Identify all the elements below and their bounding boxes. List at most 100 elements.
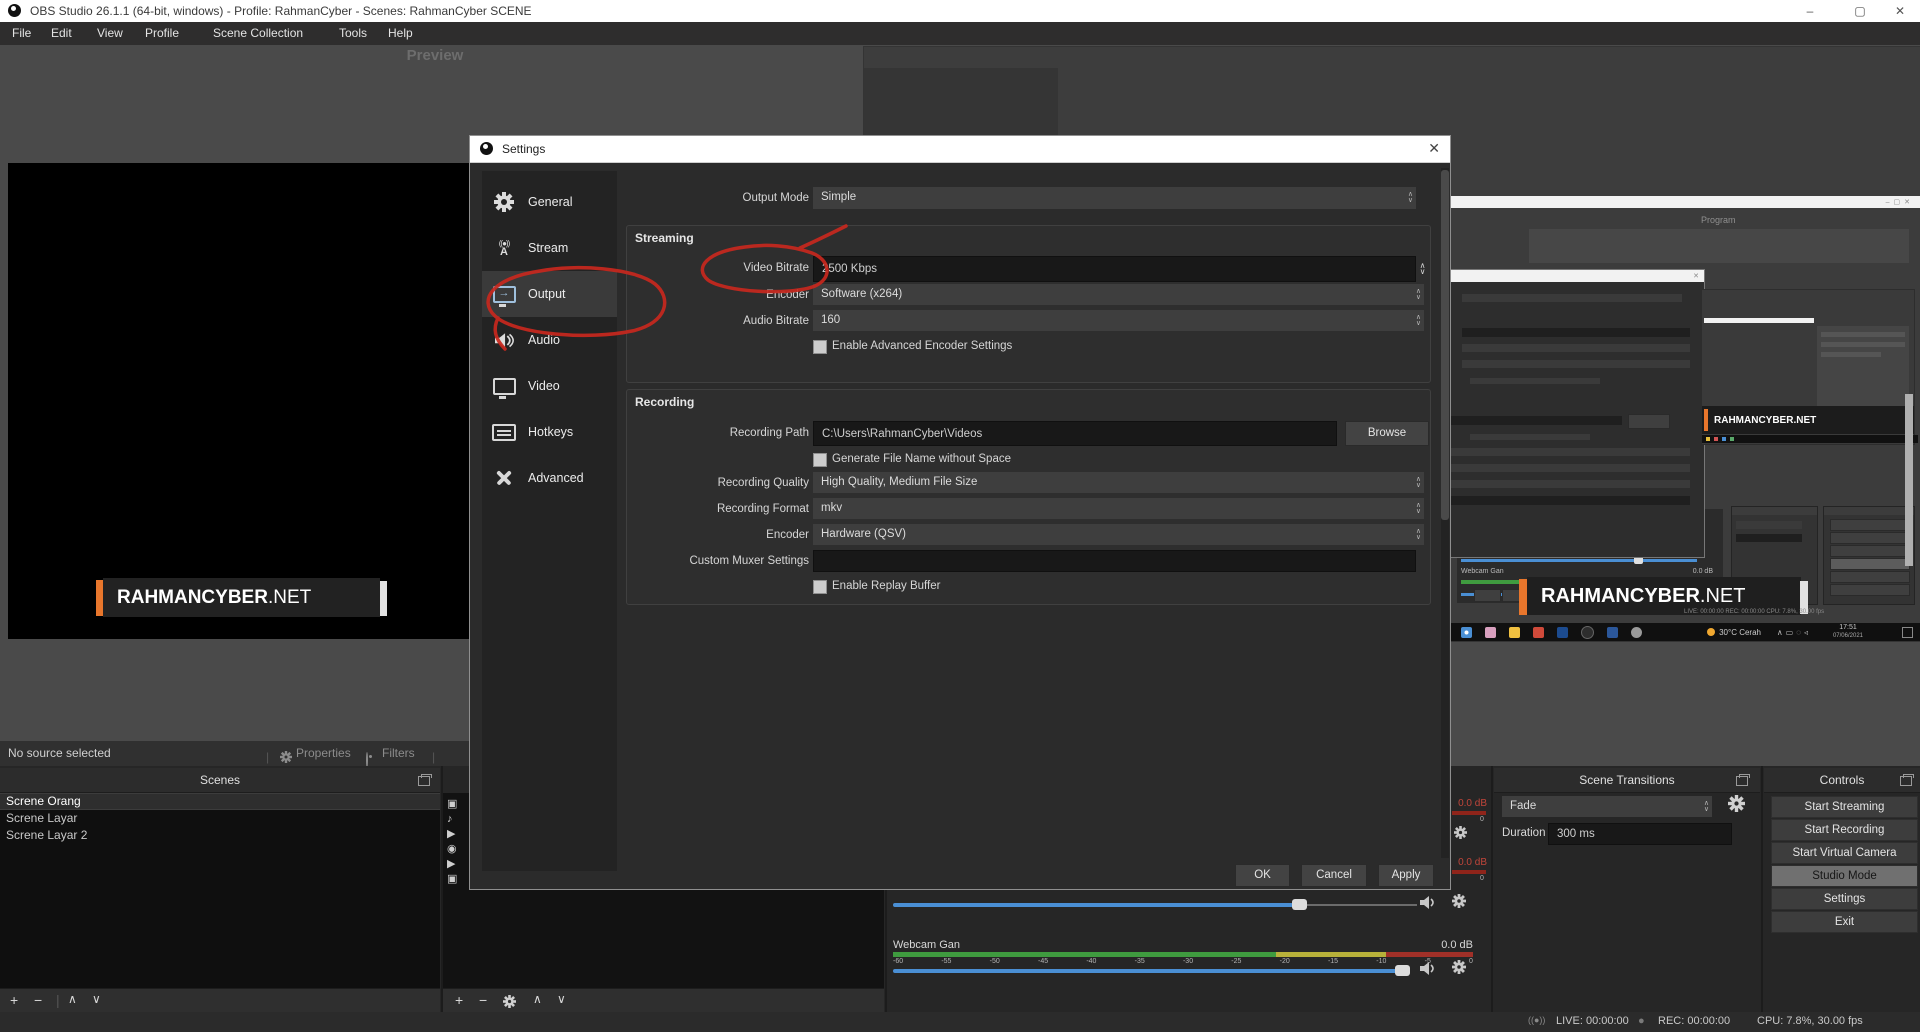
window-title: OBS Studio 26.1.1 (64-bit, windows) - Pr…: [30, 4, 532, 18]
transition-select[interactable]: Fade ∧∨: [1502, 796, 1712, 817]
menubar: File Edit View Profile Scene Collection …: [0, 22, 1920, 45]
apply-button[interactable]: Apply: [1378, 864, 1434, 887]
recording-path-input[interactable]: [813, 421, 1337, 446]
recording-encoder-select[interactable]: Hardware (QSV) ∧∨: [813, 524, 1424, 545]
add-scene-button[interactable]: +: [10, 992, 18, 1008]
app-icon: [1631, 627, 1642, 638]
maximize-button[interactable]: ▢: [1840, 0, 1880, 22]
video-bitrate-input[interactable]: [813, 256, 1416, 282]
generate-filename-label: Generate File Name without Space: [832, 453, 1011, 465]
recording-format-label: Recording Format: [621, 503, 809, 515]
custom-muxer-input[interactable]: [813, 550, 1416, 572]
monitor-arrow-icon: →: [492, 282, 516, 306]
nested-banner-2-text: RAHMANCYBER.NET: [1714, 415, 1816, 426]
menu-profile[interactable]: Profile: [145, 26, 179, 40]
scene-item[interactable]: Screne Orang: [0, 793, 440, 810]
gear-icon: [492, 190, 516, 214]
duration-input[interactable]: [1548, 823, 1732, 845]
audio-bitrate-select[interactable]: 160 ∧∨: [813, 310, 1424, 331]
dialog-scrollbar[interactable]: [1441, 168, 1449, 858]
recording-path-label: Recording Path: [621, 427, 809, 439]
sidebar-item-audio[interactable]: Audio: [482, 317, 617, 363]
mixer-webcam-gear-icon[interactable]: [1452, 960, 1466, 977]
filters-button[interactable]: Filters: [382, 741, 415, 766]
sidebar-item-general[interactable]: General: [482, 179, 617, 225]
sidebar-item-hotkeys[interactable]: Hotkeys: [482, 409, 617, 455]
source-up-button[interactable]: ∧: [533, 992, 542, 1006]
nested-scrollbar: [1905, 394, 1913, 566]
tray-date: 07/06/2021: [1833, 632, 1863, 640]
mixer-row1-gear-icon[interactable]: [1454, 826, 1467, 842]
settings-titlebar: Settings ✕: [470, 136, 1450, 163]
menu-tools[interactable]: Tools: [339, 26, 367, 40]
sidebar-item-output[interactable]: → Output: [482, 271, 617, 317]
remove-scene-button[interactable]: −: [34, 992, 42, 1008]
source-status: No source selected: [8, 741, 111, 766]
statusbar: ((●)) LIVE: 00:00:00 ● REC: 00:00:00 CPU…: [0, 1012, 1920, 1032]
settings-button[interactable]: Settings: [1771, 888, 1918, 910]
browse-button[interactable]: Browse: [1345, 421, 1429, 446]
remove-source-button[interactable]: −: [479, 992, 487, 1008]
obs-logo-icon: [8, 4, 21, 17]
video-bitrate-spinner[interactable]: ∧∨: [1398, 256, 1447, 282]
tray-icons: ∧▭◌◃: [1777, 628, 1811, 637]
obs-studio-app: OBS Studio 26.1.1 (64-bit, windows) - Pr…: [0, 0, 1920, 1032]
scene-down-button[interactable]: ∨: [92, 992, 101, 1006]
generate-filename-checkbox[interactable]: [813, 453, 827, 467]
output-mode-select[interactable]: Simple ∧∨: [813, 187, 1416, 209]
exit-button[interactable]: Exit: [1771, 911, 1918, 933]
menu-scene-collection[interactable]: Scene Collection: [213, 26, 303, 40]
menu-view[interactable]: View: [97, 26, 123, 40]
start-streaming-button[interactable]: Start Streaming: [1771, 796, 1918, 818]
replay-buffer-checkbox[interactable]: [813, 580, 827, 594]
nested-window-controls: –▢✕: [1886, 198, 1914, 206]
menu-help[interactable]: Help: [388, 26, 413, 40]
menu-edit[interactable]: Edit: [51, 26, 72, 40]
nested-banner-orange-bar: [1519, 579, 1527, 615]
scene-item[interactable]: Screne Layar 2: [0, 827, 440, 844]
mixer-row2-slider-handle[interactable]: [1292, 899, 1307, 910]
recording-format-select[interactable]: mkv ∧∨: [813, 498, 1424, 519]
video-bitrate-label: Video Bitrate: [621, 262, 809, 274]
cancel-button[interactable]: Cancel: [1301, 864, 1367, 887]
nested-dock-controls: [1823, 506, 1915, 605]
mixer-row1-meter: [1452, 811, 1486, 815]
start-recording-button[interactable]: Start Recording: [1771, 819, 1918, 841]
live-icon: ((●)): [1528, 1015, 1545, 1025]
transition-gear-icon[interactable]: [1728, 795, 1745, 815]
mixer-webcam-speaker-icon[interactable]: [1420, 962, 1437, 978]
mixer-row2-gear-icon[interactable]: [1452, 894, 1466, 911]
scene-up-button[interactable]: ∧: [68, 992, 77, 1006]
close-button[interactable]: ✕: [1880, 0, 1920, 22]
settings-title: Settings: [502, 142, 545, 156]
properties-button[interactable]: Properties: [296, 741, 351, 766]
add-source-button[interactable]: +: [455, 992, 463, 1008]
minimize-button[interactable]: –: [1790, 0, 1830, 22]
scenes-dock-icon[interactable]: [418, 776, 430, 786]
scene-item[interactable]: Screne Layar: [0, 810, 440, 827]
preview-brand-banner: RAHMANCYBER.NET: [103, 578, 380, 617]
sidebar-item-advanced[interactable]: Advanced: [482, 455, 617, 501]
transitions-dock-icon[interactable]: [1736, 776, 1748, 786]
mixer-webcam-slider-handle[interactable]: [1395, 965, 1410, 976]
studio-mode-button[interactable]: Studio Mode: [1771, 865, 1918, 887]
recording-quality-select[interactable]: High Quality, Medium File Size ∧∨: [813, 472, 1424, 493]
tray-time: 17:51: [1833, 624, 1863, 632]
advanced-encoder-checkbox[interactable]: [813, 340, 827, 354]
source-gear-icon[interactable]: [503, 995, 516, 1011]
menu-file[interactable]: File: [12, 26, 31, 40]
sidebar-item-stream[interactable]: ((●))A Stream: [482, 225, 617, 271]
stream-encoder-select[interactable]: Software (x264) ∧∨: [813, 284, 1424, 305]
ok-button[interactable]: OK: [1235, 864, 1290, 887]
nested-banner-2: RAHMANCYBER.NET: [1702, 406, 1914, 434]
mixer-webcam-slider[interactable]: [893, 969, 1398, 973]
mixer-row2-slider[interactable]: [893, 903, 1293, 907]
start-virtual-camera-button[interactable]: Start Virtual Camera: [1771, 842, 1918, 864]
controls-dock-icon[interactable]: [1900, 776, 1912, 786]
mic-icon: ♪: [447, 812, 457, 827]
sidebar-item-video[interactable]: Video: [482, 363, 617, 409]
window-titlebar: OBS Studio 26.1.1 (64-bit, windows) - Pr…: [0, 0, 1920, 22]
settings-close-button[interactable]: ✕: [1428, 140, 1440, 157]
mixer-row2-speaker-icon[interactable]: [1420, 896, 1437, 912]
source-down-button[interactable]: ∨: [557, 992, 566, 1006]
